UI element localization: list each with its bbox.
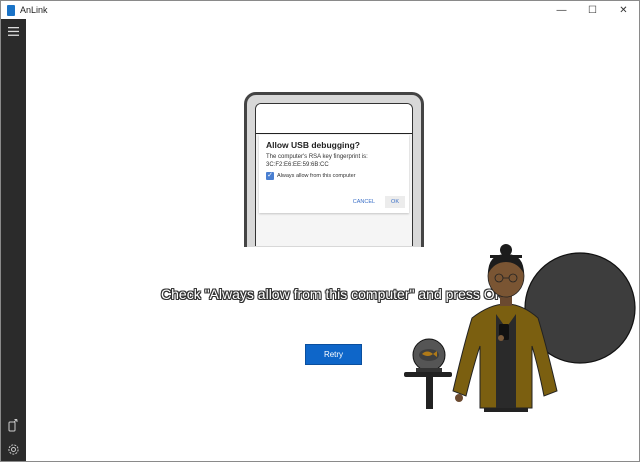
dialog-body: The computer's RSA key fingerprint is: 3…	[266, 153, 402, 169]
retry-button[interactable]: Retry	[305, 344, 362, 365]
sidebar	[1, 19, 26, 461]
fingerprint-value: 3C:F2:E6:EE:59:6B:CC	[266, 162, 329, 168]
window-controls: — ☐ ✕	[546, 1, 639, 19]
hamburger-menu-icon[interactable]	[4, 22, 23, 41]
close-button[interactable]: ✕	[608, 1, 639, 19]
gear-icon[interactable]	[4, 440, 23, 459]
always-allow-label: Always allow from this computer	[277, 173, 356, 179]
maximize-button[interactable]: ☐	[577, 1, 608, 19]
minimize-button[interactable]: —	[546, 1, 577, 19]
phone-mockup: Allow USB debugging? The computer's RSA …	[244, 92, 424, 247]
window-title: AnLink	[20, 5, 48, 15]
dialog-cancel-label: CANCEL	[352, 199, 376, 205]
phone-status-area	[256, 104, 412, 134]
phone-screen: Allow USB debugging? The computer's RSA …	[255, 103, 413, 246]
main-content: Allow USB debugging? The computer's RSA …	[26, 19, 639, 461]
waiting-person-illustration	[404, 244, 636, 412]
dialog-ok-label: OK	[385, 196, 405, 208]
title-bar: AnLink — ☐ ✕	[1, 1, 639, 19]
phone-connect-icon[interactable]	[4, 416, 23, 435]
checkbox-checked-icon: ✓	[266, 172, 274, 180]
fingerprint-caption: The computer's RSA key fingerprint is:	[266, 154, 368, 160]
always-allow-row: ✓ Always allow from this computer	[266, 172, 402, 180]
usb-debug-dialog: Allow USB debugging? The computer's RSA …	[259, 135, 409, 213]
app-logo-icon	[7, 4, 15, 16]
dialog-actions: CANCEL OK	[343, 196, 405, 208]
dialog-title: Allow USB debugging?	[266, 140, 360, 150]
app-window: AnLink — ☐ ✕ Allow USB debugging? The co…	[0, 0, 640, 462]
